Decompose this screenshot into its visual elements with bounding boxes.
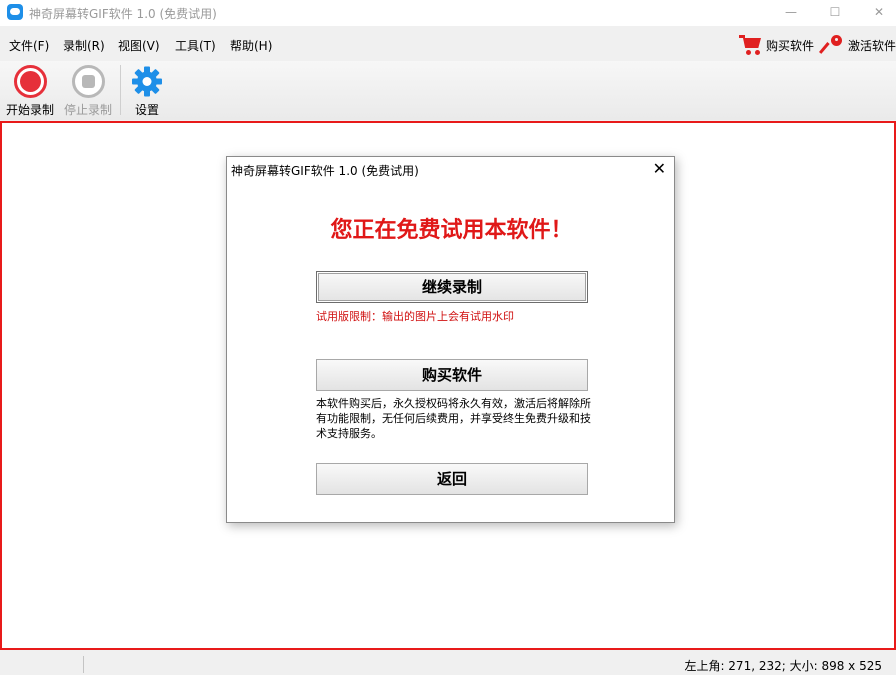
toolbar: 开始录制 停止录制 设置 bbox=[0, 61, 896, 120]
status-bar: 左上角: 271, 232; 大小: 898 x 525 bbox=[0, 653, 896, 675]
toolbar-separator bbox=[120, 65, 121, 115]
menu-tools[interactable]: 工具(T) bbox=[175, 37, 216, 54]
trial-limit-note: 试用版限制：输出的图片上会有试用水印 bbox=[316, 310, 514, 323]
menu-record[interactable]: 录制(R) bbox=[63, 37, 105, 54]
status-separator bbox=[83, 656, 84, 673]
menu-view[interactable]: 视图(V) bbox=[118, 37, 160, 54]
start-recording-button[interactable]: 开始录制 bbox=[5, 65, 55, 118]
continue-recording-button[interactable]: 继续录制 bbox=[316, 271, 588, 303]
menu-help[interactable]: 帮助(H) bbox=[230, 37, 272, 54]
stop-recording-button[interactable]: 停止录制 bbox=[63, 65, 113, 118]
dialog-close-button[interactable]: ✕ bbox=[653, 160, 666, 178]
back-button[interactable]: 返回 bbox=[316, 463, 588, 495]
activate-software-link[interactable]: 激活软件 bbox=[818, 33, 896, 57]
app-icon bbox=[7, 4, 23, 20]
purchase-description: 本软件购买后，永久授权码将永久有效，激活后将解除所有功能限制，无任何后续费用，并… bbox=[316, 397, 591, 440]
start-recording-label: 开始录制 bbox=[5, 103, 54, 117]
close-button[interactable]: ✕ bbox=[856, 0, 896, 26]
stop-recording-label: 停止录制 bbox=[63, 103, 112, 117]
stop-icon bbox=[71, 65, 105, 98]
maximize-button[interactable]: ☐ bbox=[812, 0, 858, 26]
gear-icon bbox=[131, 65, 163, 98]
status-position: 左上角: 271, 232; 大小: 898 x 525 bbox=[684, 659, 882, 673]
trial-headline: 您正在免费试用本软件！ bbox=[330, 217, 573, 243]
window-title: 神奇屏幕转GIF软件 1.0 (免费试用) bbox=[29, 7, 217, 21]
minimize-button[interactable]: — bbox=[768, 0, 814, 26]
key-icon bbox=[818, 34, 843, 56]
cart-icon bbox=[739, 34, 763, 56]
buy-software-label: 购买软件 bbox=[766, 38, 815, 53]
trial-dialog: 神奇屏幕转GIF软件 1.0 (免费试用) ✕ 您正在免费试用本软件！ 继续录制… bbox=[226, 156, 675, 523]
activate-software-label: 激活软件 bbox=[848, 38, 896, 53]
settings-button[interactable]: 设置 bbox=[131, 65, 163, 118]
title-bar: 神奇屏幕转GIF软件 1.0 (免费试用) — ☐ ✕ bbox=[0, 0, 896, 26]
buy-software-link[interactable]: 购买软件 bbox=[739, 33, 814, 57]
settings-label: 设置 bbox=[134, 103, 159, 117]
menu-bar: 文件(F) 录制(R) 视图(V) 工具(T) 帮助(H) 购买软件 激活软件 bbox=[0, 29, 896, 59]
dialog-title: 神奇屏幕转GIF软件 1.0 (免费试用) bbox=[231, 164, 419, 178]
menu-file[interactable]: 文件(F) bbox=[9, 37, 49, 54]
record-icon bbox=[13, 65, 47, 98]
buy-software-button[interactable]: 购买软件 bbox=[316, 359, 588, 391]
